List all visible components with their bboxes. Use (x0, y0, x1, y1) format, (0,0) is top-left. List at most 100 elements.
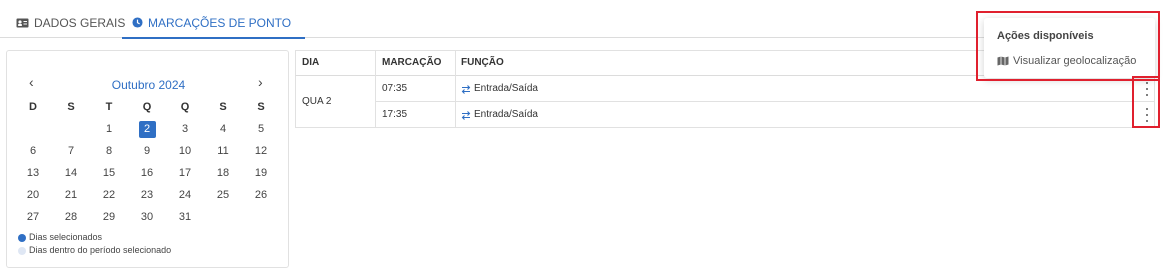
calendar-day[interactable]: 6 (14, 140, 52, 162)
calendar-day-number: 3 (181, 123, 189, 135)
tab-marcacoes-de-ponto[interactable]: MARCAÇÕES DE PONTO (122, 8, 306, 39)
period-days-dot-icon (18, 246, 26, 255)
legend-item: Dias selecionados (18, 231, 171, 244)
tab-label: DADOS GERAIS (34, 16, 126, 30)
calendar-day-number: 28 (64, 211, 78, 223)
calendar-day[interactable]: 9 (128, 140, 166, 162)
calendar-week-row: 20 21 22 23 24 25 26 (14, 184, 280, 206)
calendar-empty-cell (14, 118, 52, 140)
calendar-day[interactable]: 24 (166, 184, 204, 206)
calendar-week-row: 13 14 15 16 17 18 19 (14, 162, 280, 184)
calendar-day[interactable]: 5 (242, 118, 280, 140)
calendar-day-number: 21 (64, 189, 78, 201)
weekday-label: S (67, 101, 75, 113)
calendar-day-number: 26 (254, 189, 268, 201)
calendar-day-number: 6 (29, 145, 37, 157)
calendar-day-number: 23 (140, 189, 154, 201)
calendar-day-number: 22 (102, 189, 116, 201)
calendar-day-number: 20 (26, 189, 40, 201)
calendar-day[interactable]: 26 (242, 184, 280, 206)
calendar-day-number: 16 (140, 167, 154, 179)
calendar-day[interactable]: 22 (90, 184, 128, 206)
calendar-day[interactable]: 13 (14, 162, 52, 184)
calendar-day[interactable]: 1 (90, 118, 128, 140)
legend-item: Dias dentro do período selecionado (18, 244, 171, 257)
weekday-label: Q (142, 101, 152, 113)
calendar-month-title: Outubro 2024 (111, 78, 186, 92)
calendar-day[interactable]: 25 (204, 184, 242, 206)
clock-icon (132, 17, 143, 28)
weekday-label: D (29, 101, 37, 113)
weekday-label: S (257, 101, 265, 113)
calendar-day-number: 8 (105, 145, 113, 157)
calendar-week-row: 27 28 29 30 31 (14, 206, 280, 228)
tab-label: MARCAÇÕES DE PONTO (148, 15, 292, 30)
calendar-day-number: 12 (254, 145, 268, 157)
calendar-card: ‹ Outubro 2024 › D S T Q Q S S 1 2 3 4 5 6 7 8 9 10 11 12 1… (6, 50, 289, 268)
weekday-label: S (219, 101, 227, 113)
weekday-label: Q (180, 101, 190, 113)
marcacao-cell: 17:35 (382, 109, 408, 120)
calendar-day-number: 9 (143, 145, 151, 157)
calendar-day[interactable]: 21 (52, 184, 90, 206)
calendar-day-number: 5 (257, 123, 265, 135)
calendar-empty-cell (204, 206, 242, 228)
next-month-button[interactable]: › (258, 75, 263, 89)
weekday-label: T (105, 101, 113, 113)
calendar-week-row: 1 2 3 4 5 (14, 118, 280, 140)
calendar-day[interactable]: 29 (90, 206, 128, 228)
header-dia: DIA (302, 57, 320, 68)
calendar-day-number: 1 (105, 123, 113, 135)
tab-dados-gerais[interactable]: DADOS GERAIS (16, 8, 125, 38)
calendar-day-number: 19 (254, 167, 268, 179)
calendar-day[interactable]: 14 (52, 162, 90, 184)
calendar-day[interactable]: 28 (52, 206, 90, 228)
calendar-day-number: 15 (102, 167, 116, 179)
calendar-day-number: 7 (67, 145, 75, 157)
calendar-day-number: 25 (216, 189, 230, 201)
calendar-day[interactable]: 31 (166, 206, 204, 228)
funcao-label: Entrada/Saída (474, 83, 538, 94)
day-cell: QUA 2 (302, 96, 332, 107)
highlight-box (976, 11, 1160, 81)
calendar-day-number: 10 (178, 145, 192, 157)
calendar-grid: D S T Q Q S S 1 2 3 4 5 6 7 8 9 10 11 12 13 14 15 16 17 18 19 20 21… (14, 96, 280, 228)
calendar-day[interactable]: 2 (128, 118, 166, 140)
legend-label: Dias selecionados (29, 232, 103, 242)
calendar-legend: Dias selecionados Dias dentro do período… (18, 231, 171, 257)
calendar-day[interactable]: 16 (128, 162, 166, 184)
swap-arrows-icon (461, 110, 471, 120)
funcao-label: Entrada/Saída (474, 109, 538, 120)
calendar-week-row: 6 7 8 9 10 11 12 (14, 140, 280, 162)
calendar-day[interactable]: 8 (90, 140, 128, 162)
funcao-cell: Entrada/Saída (461, 76, 538, 102)
calendar-day[interactable]: 4 (204, 118, 242, 140)
calendar-day-number: 11 (217, 145, 229, 157)
calendar-empty-cell (242, 206, 280, 228)
calendar-day[interactable]: 7 (52, 140, 90, 162)
calendar-day[interactable]: 23 (128, 184, 166, 206)
table-body (295, 76, 1155, 128)
column-divider (375, 50, 376, 128)
calendar-day[interactable]: 27 (14, 206, 52, 228)
calendar-day-number: 27 (26, 211, 40, 223)
calendar-day-number: 13 (26, 167, 40, 179)
calendar-day[interactable]: 12 (242, 140, 280, 162)
highlight-box (1132, 76, 1160, 128)
calendar-day[interactable]: 15 (90, 162, 128, 184)
calendar-day[interactable]: 11 (204, 140, 242, 162)
calendar-day[interactable]: 10 (166, 140, 204, 162)
calendar-day[interactable]: 20 (14, 184, 52, 206)
legend-label: Dias dentro do período selecionado (29, 245, 172, 255)
calendar-day[interactable]: 3 (166, 118, 204, 140)
calendar-day[interactable]: 30 (128, 206, 166, 228)
id-card-icon (16, 18, 29, 28)
calendar-day[interactable]: 19 (242, 162, 280, 184)
calendar-day[interactable]: 18 (204, 162, 242, 184)
calendar-day-number: 17 (178, 167, 192, 179)
calendar-day-number: 18 (216, 167, 230, 179)
calendar-day[interactable]: 17 (166, 162, 204, 184)
calendar-empty-cell (52, 118, 90, 140)
selected-days-dot-icon (18, 233, 26, 242)
header-funcao: FUNÇÃO (461, 57, 504, 68)
